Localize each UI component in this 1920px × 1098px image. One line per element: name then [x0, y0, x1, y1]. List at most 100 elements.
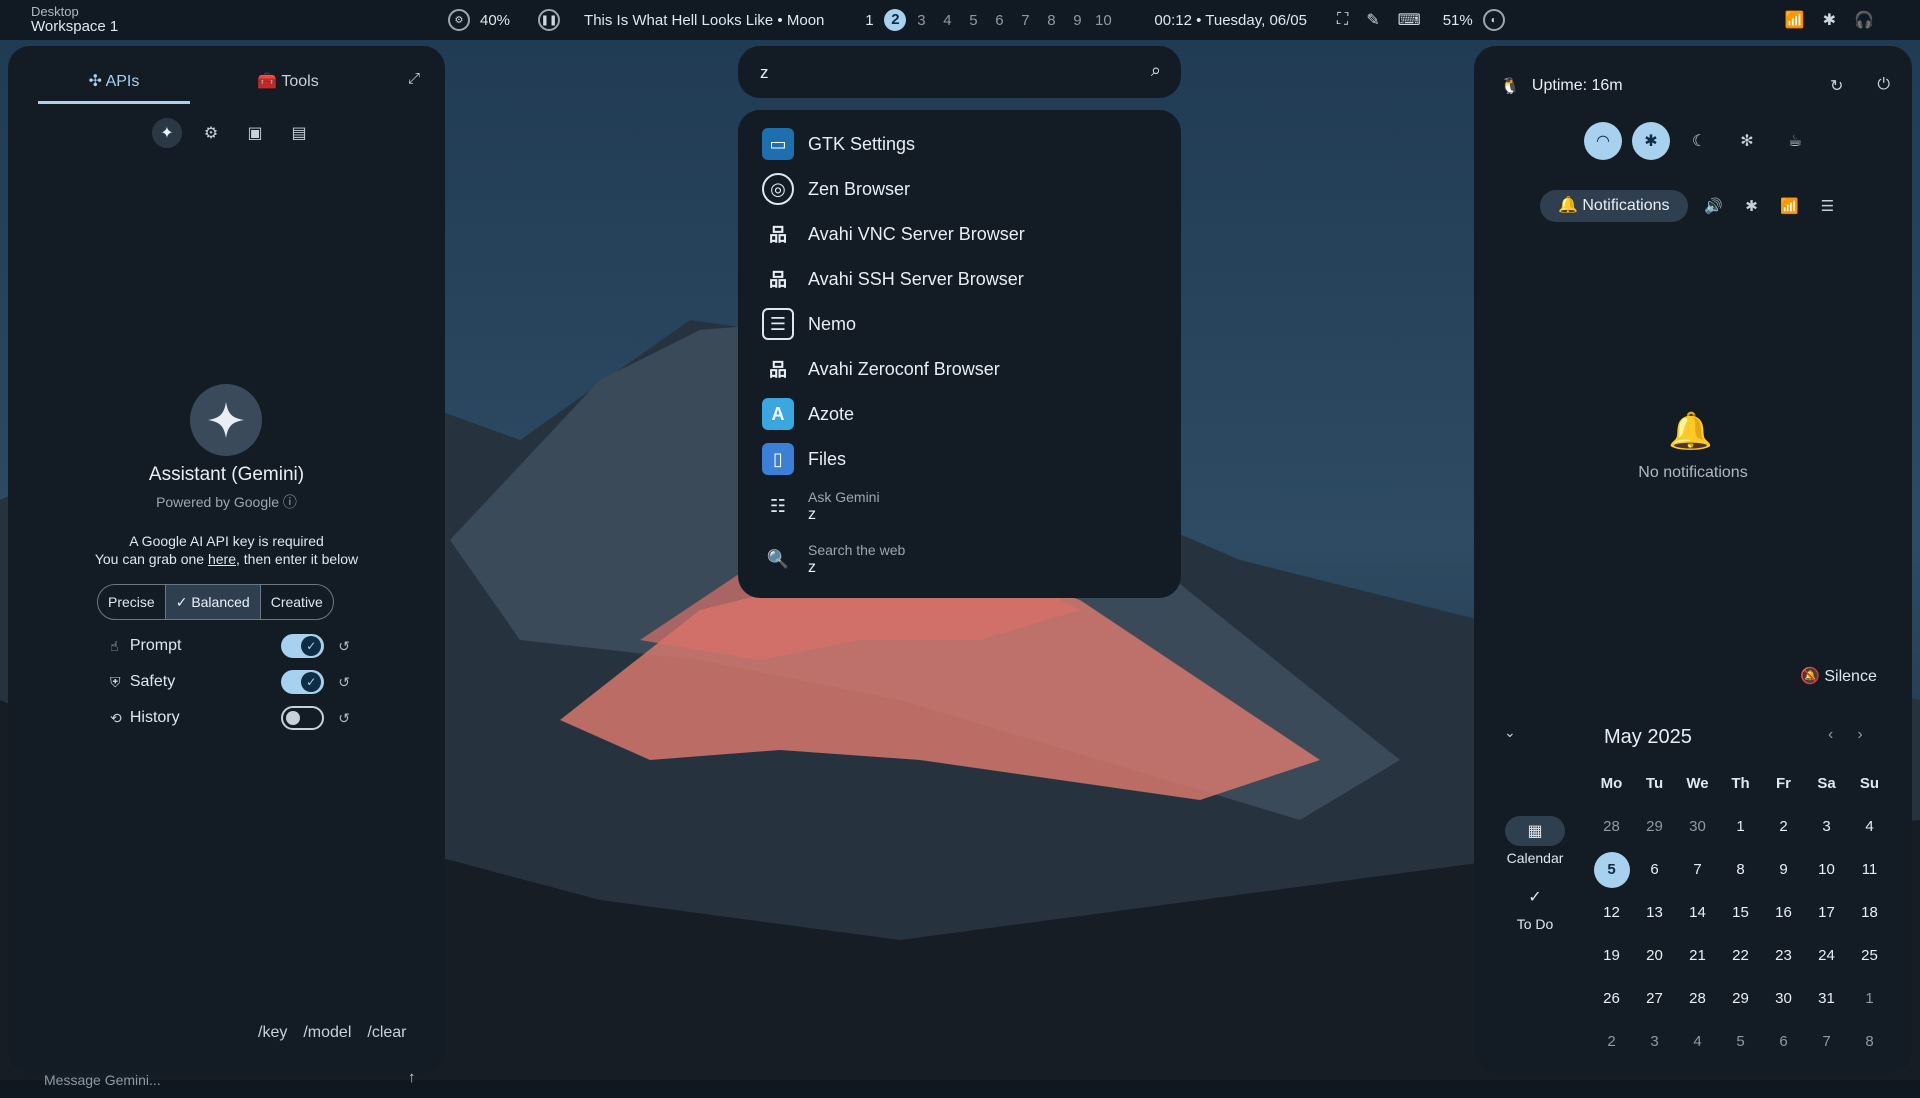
- calendar-day[interactable]: 13: [1633, 891, 1676, 934]
- wifi-tab-icon[interactable]: 📶: [1778, 197, 1802, 215]
- bluetooth-icon[interactable]: ✱: [1823, 10, 1836, 30]
- mode-creative[interactable]: Creative: [261, 585, 333, 619]
- info-icon[interactable]: ⓘ: [283, 494, 297, 510]
- calendar-day[interactable]: 4: [1676, 1020, 1719, 1063]
- calendar-day[interactable]: 7: [1805, 1020, 1848, 1063]
- chevron-down-icon[interactable]: ⌄: [1504, 724, 1516, 741]
- booru-model-icon[interactable]: ▤: [284, 118, 314, 148]
- calendar-day[interactable]: 31: [1805, 977, 1848, 1020]
- result-avahi-vnc[interactable]: 品 Avahi VNC Server Browser: [762, 212, 1162, 256]
- calendar-day[interactable]: 21: [1676, 934, 1719, 977]
- sliders-icon[interactable]: ☰: [1816, 197, 1840, 215]
- silence-button[interactable]: 🔕 Silence: [1800, 666, 1877, 686]
- workspace-7[interactable]: 7: [1012, 12, 1038, 29]
- calendar-day[interactable]: 10: [1805, 848, 1848, 891]
- wifi-toggle-icon[interactable]: ◠: [1584, 122, 1622, 160]
- command-model[interactable]: /model: [303, 1024, 351, 1042]
- prompt-toggle[interactable]: [280, 634, 325, 658]
- calendar-day[interactable]: 28: [1590, 805, 1633, 848]
- safety-reset-icon[interactable]: ↺: [338, 674, 350, 691]
- chevron-left-icon[interactable]: ‹: [1828, 726, 1833, 744]
- calendar-day[interactable]: 17: [1805, 891, 1848, 934]
- workspace-5[interactable]: 5: [960, 12, 986, 29]
- calendar-day[interactable]: 1: [1848, 977, 1891, 1020]
- calendar-day[interactable]: 1: [1719, 805, 1762, 848]
- calendar-day[interactable]: 14: [1676, 891, 1719, 934]
- safety-toggle[interactable]: [280, 670, 325, 694]
- command-clear[interactable]: /clear: [367, 1024, 406, 1042]
- calendar-day[interactable]: 25: [1848, 934, 1891, 977]
- image-model-icon[interactable]: ▣: [240, 118, 270, 148]
- calendar-day[interactable]: 11: [1848, 848, 1891, 891]
- calendar-day[interactable]: 5: [1719, 1020, 1762, 1063]
- workspace-1[interactable]: 1: [856, 12, 882, 29]
- workspace-9[interactable]: 9: [1064, 12, 1090, 29]
- calendar-day[interactable]: 26: [1590, 977, 1633, 1020]
- send-arrow-icon[interactable]: ↑: [408, 1069, 416, 1086]
- calendar-day[interactable]: 2: [1762, 805, 1805, 848]
- search-icon[interactable]: ⌕: [1151, 60, 1161, 81]
- calendar-day[interactable]: 16: [1762, 891, 1805, 934]
- command-key[interactable]: /key: [258, 1024, 287, 1042]
- result-avahi-ssh[interactable]: 品 Avahi SSH Server Browser: [762, 257, 1162, 301]
- calendar-day[interactable]: 5: [1590, 848, 1633, 891]
- calendar-day[interactable]: 29: [1719, 977, 1762, 1020]
- gemini-model-icon[interactable]: ✦: [152, 118, 182, 148]
- calendar-day[interactable]: 22: [1719, 934, 1762, 977]
- calendar-day[interactable]: 3: [1805, 805, 1848, 848]
- calendar-day[interactable]: 3: [1633, 1020, 1676, 1063]
- clock[interactable]: 00:12 • Tuesday, 06/05: [1154, 12, 1307, 29]
- calendar-day[interactable]: 2: [1590, 1020, 1633, 1063]
- workspace-6[interactable]: 6: [986, 12, 1012, 29]
- result-ask-gemini[interactable]: ☷ Ask Gemini z: [762, 484, 1162, 528]
- calendar-day[interactable]: 24: [1805, 934, 1848, 977]
- prompt-reset-icon[interactable]: ↺: [338, 638, 350, 655]
- calendar-day[interactable]: 18: [1848, 891, 1891, 934]
- calendar-day[interactable]: 9: [1762, 848, 1805, 891]
- result-search-web[interactable]: 🔍 Search the web z: [762, 537, 1162, 581]
- media-title[interactable]: This Is What Hell Looks Like • Moon: [584, 12, 824, 29]
- message-input[interactable]: [42, 1066, 386, 1094]
- screenshot-icon[interactable]: ⛶: [1337, 11, 1348, 29]
- coffee-icon[interactable]: ☕: [1776, 122, 1814, 160]
- bluetooth-tab-icon[interactable]: ✱: [1740, 197, 1764, 215]
- volume-icon[interactable]: 🔊: [1702, 197, 1726, 215]
- calendar-day[interactable]: 29: [1633, 805, 1676, 848]
- result-nemo[interactable]: ☰ Nemo: [762, 302, 1162, 346]
- result-gtk-settings[interactable]: ▭ GTK Settings: [762, 122, 1162, 166]
- media-pause-icon[interactable]: ❚❚: [538, 9, 561, 31]
- result-zen-browser[interactable]: ◎ Zen Browser: [762, 167, 1162, 211]
- expand-icon[interactable]: ⤢: [408, 70, 420, 87]
- calendar-tab[interactable]: ▦ Calendar: [1500, 816, 1570, 866]
- workspace-2[interactable]: 2: [884, 9, 907, 31]
- power-icon[interactable]: ⏻: [1877, 76, 1890, 96]
- calendar-day[interactable]: 30: [1676, 805, 1719, 848]
- openai-model-icon[interactable]: ⚙: [196, 118, 226, 148]
- calendar-day[interactable]: 6: [1762, 1020, 1805, 1063]
- calendar-day[interactable]: 8: [1848, 1020, 1891, 1063]
- reload-icon[interactable]: ↻: [1830, 76, 1843, 96]
- calendar-day[interactable]: 28: [1676, 977, 1719, 1020]
- night-light-icon[interactable]: ☾: [1680, 122, 1718, 160]
- result-avahi-zeroconf[interactable]: 品 Avahi Zeroconf Browser: [762, 347, 1162, 391]
- workspace-3[interactable]: 3: [908, 12, 934, 29]
- calendar-day[interactable]: 4: [1848, 805, 1891, 848]
- calendar-day[interactable]: 7: [1676, 848, 1719, 891]
- bluetooth-toggle-icon[interactable]: ✱: [1632, 122, 1670, 160]
- result-azote[interactable]: A Azote: [762, 392, 1162, 436]
- todo-tab[interactable]: ✓ To Do: [1500, 882, 1570, 932]
- wifi-icon[interactable]: 📶: [1785, 10, 1805, 30]
- history-reset-icon[interactable]: ↺: [338, 710, 350, 727]
- mode-balanced[interactable]: ✓ Balanced: [164, 585, 261, 619]
- color-picker-icon[interactable]: ✎: [1366, 10, 1379, 30]
- tab-tools[interactable]: 🧰 Tools: [212, 64, 364, 104]
- calendar-day[interactable]: 20: [1633, 934, 1676, 977]
- calendar-day[interactable]: 27: [1633, 977, 1676, 1020]
- calendar-day[interactable]: 6: [1633, 848, 1676, 891]
- calendar-day[interactable]: 19: [1590, 934, 1633, 977]
- headphones-icon[interactable]: 🎧: [1854, 10, 1874, 30]
- api-key-link[interactable]: here: [208, 551, 236, 567]
- mode-precise[interactable]: Precise: [98, 585, 165, 619]
- launcher-search-input[interactable]: [758, 59, 1142, 87]
- history-toggle[interactable]: [280, 706, 325, 730]
